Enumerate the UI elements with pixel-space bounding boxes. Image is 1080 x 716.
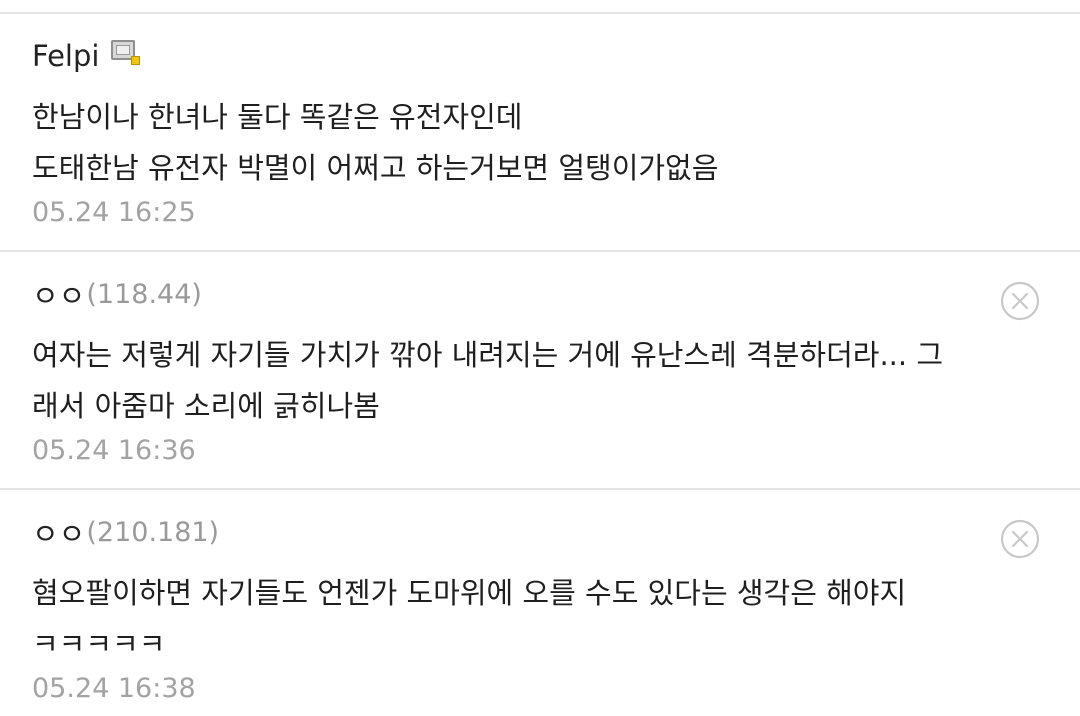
comment-line: 래서 아줌마 소리에 긁히나봄: [32, 389, 380, 423]
comment-body: 여자는 저렇게 자기들 가치가 깎아 내려지는 거에 유난스레 격분하더라...…: [32, 330, 1042, 432]
comment-line: 한남이나 한녀나 둘다 똑같은 유전자인데: [32, 100, 523, 134]
delete-comment-button[interactable]: [1000, 519, 1040, 559]
comment-nickname[interactable]: ㅇㅇ: [32, 273, 85, 315]
comment-timestamp: 05.24 16:25: [32, 197, 196, 228]
comment-line: 여자는 저렇게 자기들 가치가 깎아 내려지는 거에 유난스레 격분하더라...…: [32, 338, 944, 372]
comment-timestamp: 05.24 16:36: [32, 435, 196, 466]
comment-timestamp: 05.24 16:38: [32, 673, 196, 704]
close-circle-icon: [1000, 519, 1040, 559]
comment-header: Felpi: [32, 36, 141, 76]
comment-item: ㅇㅇ (118.44) 여자는 저렇게 자기들 가치가 깎아 내려지는 거에 유…: [0, 252, 1080, 489]
comment-body: 한남이나 한녀나 둘다 똑같은 유전자인데 도태한남 유전자 박멸이 어쩌고 하…: [32, 92, 1042, 194]
delete-comment-button[interactable]: [1000, 281, 1040, 321]
comment-nickname[interactable]: Felpi: [32, 39, 99, 73]
comment-header: ㅇㅇ (210.181): [32, 512, 219, 552]
comment-item: ㅇㅇ (210.181) 혐오팔이하면 자기들도 언젠가 도마위에 오를 수도 …: [0, 490, 1080, 716]
comment-header: ㅇㅇ (118.44): [32, 274, 202, 314]
comment-item: Felpi 한남이나 한녀나 둘다 똑같은 유전자인데 도태한남 유전자 박멸이…: [0, 14, 1080, 251]
comment-ip: (210.181): [86, 516, 220, 548]
close-circle-icon: [1000, 281, 1040, 321]
comment-line: ㅋㅋㅋㅋㅋ: [32, 627, 166, 661]
comment-line: 도태한남 유전자 박멸이 어쩌고 하는거보면 얼탱이가없음: [32, 151, 719, 185]
comment-line: 혐오팔이하면 자기들도 언젠가 도마위에 오를 수도 있다는 생각은 해야지: [32, 576, 907, 610]
comment-ip: (118.44): [86, 278, 202, 310]
comment-nickname[interactable]: ㅇㅇ: [32, 511, 85, 553]
fixed-member-icon: [111, 40, 141, 68]
comment-body: 혐오팔이하면 자기들도 언젠가 도마위에 오를 수도 있다는 생각은 해야지 ㅋ…: [32, 568, 1032, 670]
